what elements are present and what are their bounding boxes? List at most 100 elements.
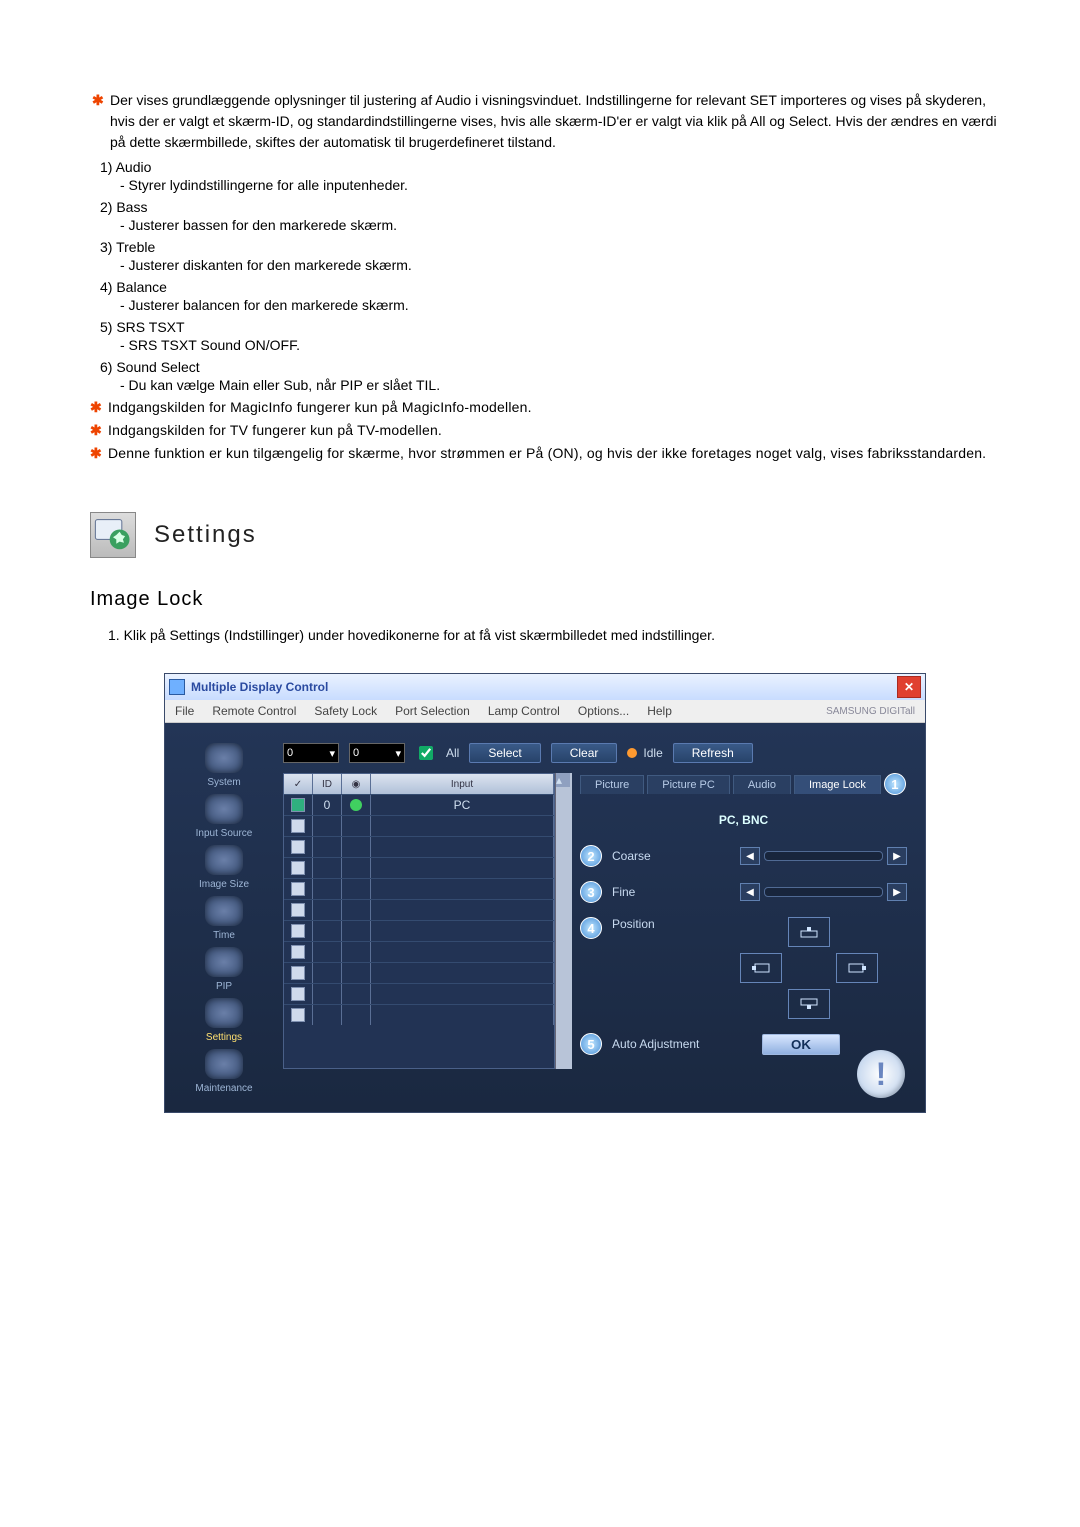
menu-safety-lock[interactable]: Safety Lock <box>314 704 377 718</box>
menu-remote-control[interactable]: Remote Control <box>212 704 296 718</box>
grid-scrollbar[interactable]: ▴ <box>555 773 572 1069</box>
sidebar-item-system[interactable]: System <box>205 743 243 788</box>
settings-heading: Settings <box>90 512 1000 558</box>
arrow-left-icon[interactable]: ◀ <box>740 847 760 865</box>
grid-row-empty[interactable] <box>284 941 554 962</box>
fine-slider[interactable]: ◀ ▶ <box>740 883 907 901</box>
source-label: PC, BNC <box>580 813 907 827</box>
right-panel: Picture Picture PC Audio Image Lock 1 PC… <box>572 773 907 1069</box>
sidebar-item-pip[interactable]: PIP <box>205 947 243 992</box>
callout-1: 1 <box>884 773 906 795</box>
coarse-slider[interactable]: ◀ ▶ <box>740 847 907 865</box>
grid-row-empty[interactable] <box>284 920 554 941</box>
chevron-down-icon: ▾ <box>329 747 335 760</box>
position-right[interactable] <box>836 953 878 983</box>
settings-icon <box>90 512 136 558</box>
status-col-icon: ◉ <box>342 774 371 794</box>
callout-2: 2 <box>580 845 602 867</box>
note-magicinfo: ✱ Indgangskilden for MagicInfo fungerer … <box>90 399 1000 416</box>
refresh-button[interactable]: Refresh <box>673 743 753 763</box>
numbered-list: 1) Audio - Styrer lydindstillingerne for… <box>100 159 1000 393</box>
star-icon: ✱ <box>92 90 110 153</box>
app-window: Multiple Display Control ✕ File Remote C… <box>164 673 926 1113</box>
sidebar-item-maintenance[interactable]: Maintenance <box>195 1049 252 1094</box>
grid-row-empty[interactable] <box>284 815 554 836</box>
sidebar-item-image-size[interactable]: Image Size <box>199 845 249 890</box>
menu-lamp-control[interactable]: Lamp Control <box>488 704 560 718</box>
grid-row-empty[interactable] <box>284 836 554 857</box>
slider-track[interactable] <box>764 851 883 861</box>
menu-port-selection[interactable]: Port Selection <box>395 704 470 718</box>
grid-row-empty[interactable] <box>284 983 554 1004</box>
grid-row-empty[interactable] <box>284 962 554 983</box>
section-title: Image Lock <box>90 588 1000 611</box>
auto-adjust-label: Auto Adjustment <box>612 1037 752 1051</box>
position-row: 4 Position <box>580 917 907 1019</box>
grid-row-empty[interactable] <box>284 1004 554 1025</box>
menu-help[interactable]: Help <box>647 704 672 718</box>
idle-dot-icon <box>627 748 637 758</box>
dropdown-2[interactable]: 0▾ <box>349 743 405 763</box>
brand-label: SAMSUNG DIGITall <box>826 706 915 717</box>
status-on-icon <box>350 799 362 811</box>
intro-note: ✱ Der vises grundlæggende oplysninger ti… <box>92 90 1000 153</box>
settings-title: Settings <box>154 521 257 549</box>
grid-row-empty[interactable] <box>284 857 554 878</box>
all-label: All <box>446 746 459 760</box>
callout-4: 4 <box>580 917 602 939</box>
menu-options[interactable]: Options... <box>578 704 629 718</box>
coarse-label: Coarse <box>612 849 730 863</box>
idle-indicator: Idle <box>627 746 662 760</box>
coarse-row: 2 Coarse ◀ ▶ <box>580 845 907 867</box>
select-button[interactable]: Select <box>469 743 540 763</box>
callout-3: 3 <box>580 881 602 903</box>
chevron-down-icon: ▾ <box>395 747 401 760</box>
clear-button[interactable]: Clear <box>551 743 618 763</box>
star-icon: ✱ <box>90 399 108 416</box>
note-tv: ✱ Indgangskilden for TV fungerer kun på … <box>90 422 1000 439</box>
warning-icon: ! <box>857 1050 905 1098</box>
position-down[interactable] <box>788 989 830 1019</box>
tab-audio[interactable]: Audio <box>733 775 791 794</box>
sidebar-item-time[interactable]: Time <box>205 896 243 941</box>
star-icon: ✱ <box>90 445 108 462</box>
all-checkbox[interactable] <box>419 746 433 760</box>
sidebar: System Input Source Image Size Time PIP … <box>179 743 269 1094</box>
toolbar: 0▾ 0▾ All Select Clear Idle Refresh <box>283 743 907 763</box>
arrow-right-icon[interactable]: ▶ <box>887 883 907 901</box>
intro-text: Der vises grundlæggende oplysninger til … <box>110 90 1000 153</box>
tab-picture[interactable]: Picture <box>580 775 644 794</box>
menubar: File Remote Control Safety Lock Port Sel… <box>165 700 925 723</box>
close-button[interactable]: ✕ <box>897 676 921 698</box>
position-label: Position <box>612 917 730 931</box>
step-1: 1. Klik på Settings (Indstillinger) unde… <box>108 627 1000 643</box>
display-grid: ✓ ID ◉ Input 0 PC <box>283 773 555 1069</box>
position-left[interactable] <box>740 953 782 983</box>
sidebar-item-input-source[interactable]: Input Source <box>196 794 253 839</box>
dropdown-1[interactable]: 0▾ <box>283 743 339 763</box>
ok-button[interactable]: OK <box>762 1034 840 1055</box>
grid-row-0[interactable]: 0 PC <box>284 794 554 815</box>
tab-image-lock[interactable]: Image Lock <box>794 775 881 794</box>
position-up[interactable] <box>788 917 830 947</box>
app-icon <box>169 679 185 695</box>
grid-row-empty[interactable] <box>284 878 554 899</box>
arrow-right-icon[interactable]: ▶ <box>887 847 907 865</box>
auto-adjust-row: 5 Auto Adjustment OK <box>580 1033 907 1055</box>
scroll-up-icon[interactable]: ▴ <box>556 773 570 787</box>
sidebar-item-settings[interactable]: Settings <box>205 998 243 1043</box>
tab-picture-pc[interactable]: Picture PC <box>647 775 730 794</box>
fine-row: 3 Fine ◀ ▶ <box>580 881 907 903</box>
menu-file[interactable]: File <box>175 704 194 718</box>
position-pad <box>740 917 878 1019</box>
callout-5: 5 <box>580 1033 602 1055</box>
tabs: Picture Picture PC Audio Image Lock 1 <box>580 773 907 795</box>
fine-label: Fine <box>612 885 730 899</box>
grid-row-empty[interactable] <box>284 899 554 920</box>
close-icon: ✕ <box>904 680 914 694</box>
slider-track[interactable] <box>764 887 883 897</box>
arrow-left-icon[interactable]: ◀ <box>740 883 760 901</box>
star-icon: ✱ <box>90 422 108 439</box>
window-title: Multiple Display Control <box>191 680 328 694</box>
grid-header: ✓ ID ◉ Input <box>284 774 554 794</box>
